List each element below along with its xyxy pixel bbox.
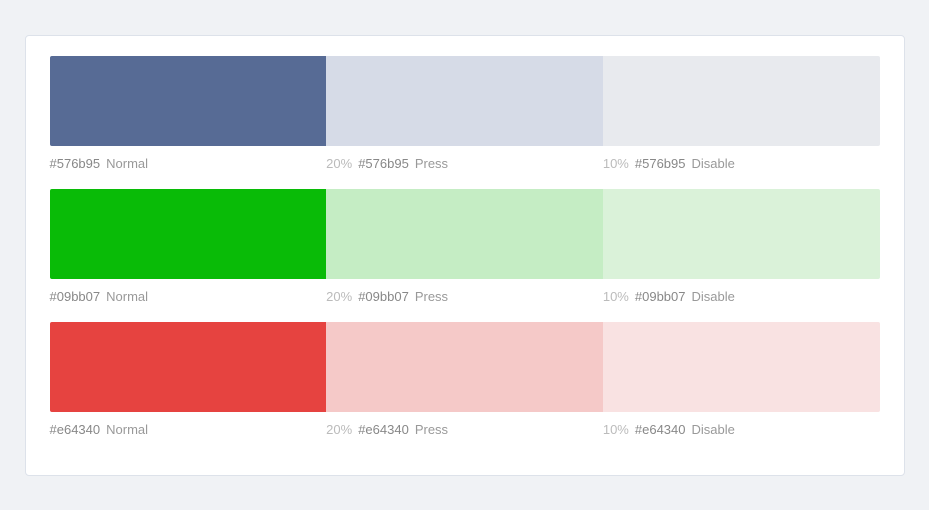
label-disable-red: 10% #e64340 Disable: [603, 422, 880, 437]
color-row-red: #e64340 Normal 20% #e64340 Press 10% #e6…: [50, 322, 880, 437]
color-row-blue: #576b95 Normal 20% #576b95 Press 10% #57…: [50, 56, 880, 171]
labels-red: #e64340 Normal 20% #e64340 Press 10% #e6…: [50, 422, 880, 437]
pct-disable-blue: 10%: [603, 156, 629, 171]
swatch-disable-red: [603, 322, 880, 412]
swatch-disable-green: [603, 189, 880, 279]
label-normal-green: #09bb07 Normal: [50, 289, 327, 304]
state-press-red: Press: [415, 422, 448, 437]
hex-disable-green: #09bb07: [635, 289, 686, 304]
label-press-red: 20% #e64340 Press: [326, 422, 603, 437]
pct-press-blue: 20%: [326, 156, 352, 171]
state-disable-blue: Disable: [692, 156, 735, 171]
labels-green: #09bb07 Normal 20% #09bb07 Press 10% #09…: [50, 289, 880, 304]
swatches-green: [50, 189, 880, 279]
color-palette-container: #576b95 Normal 20% #576b95 Press 10% #57…: [25, 35, 905, 476]
hex-normal-blue: #576b95: [50, 156, 101, 171]
label-normal-blue: #576b95 Normal: [50, 156, 327, 171]
label-disable-blue: 10% #576b95 Disable: [603, 156, 880, 171]
hex-press-green: #09bb07: [358, 289, 409, 304]
swatch-disable-blue: [603, 56, 880, 146]
swatch-normal-blue: [50, 56, 327, 146]
color-row-green: #09bb07 Normal 20% #09bb07 Press 10% #09…: [50, 189, 880, 304]
hex-normal-green: #09bb07: [50, 289, 101, 304]
state-normal-blue: Normal: [106, 156, 148, 171]
label-disable-green: 10% #09bb07 Disable: [603, 289, 880, 304]
hex-disable-red: #e64340: [635, 422, 686, 437]
swatch-normal-red: [50, 322, 327, 412]
state-normal-green: Normal: [106, 289, 148, 304]
label-normal-red: #e64340 Normal: [50, 422, 327, 437]
hex-normal-red: #e64340: [50, 422, 101, 437]
state-disable-red: Disable: [692, 422, 735, 437]
hex-press-blue: #576b95: [358, 156, 409, 171]
pct-press-green: 20%: [326, 289, 352, 304]
swatches-blue: [50, 56, 880, 146]
pct-press-red: 20%: [326, 422, 352, 437]
swatch-press-green: [326, 189, 603, 279]
pct-disable-green: 10%: [603, 289, 629, 304]
state-press-blue: Press: [415, 156, 448, 171]
swatch-press-red: [326, 322, 603, 412]
label-press-blue: 20% #576b95 Press: [326, 156, 603, 171]
swatches-red: [50, 322, 880, 412]
hex-press-red: #e64340: [358, 422, 409, 437]
state-disable-green: Disable: [692, 289, 735, 304]
swatch-normal-green: [50, 189, 327, 279]
state-press-green: Press: [415, 289, 448, 304]
state-normal-red: Normal: [106, 422, 148, 437]
hex-disable-blue: #576b95: [635, 156, 686, 171]
label-press-green: 20% #09bb07 Press: [326, 289, 603, 304]
swatch-press-blue: [326, 56, 603, 146]
pct-disable-red: 10%: [603, 422, 629, 437]
labels-blue: #576b95 Normal 20% #576b95 Press 10% #57…: [50, 156, 880, 171]
